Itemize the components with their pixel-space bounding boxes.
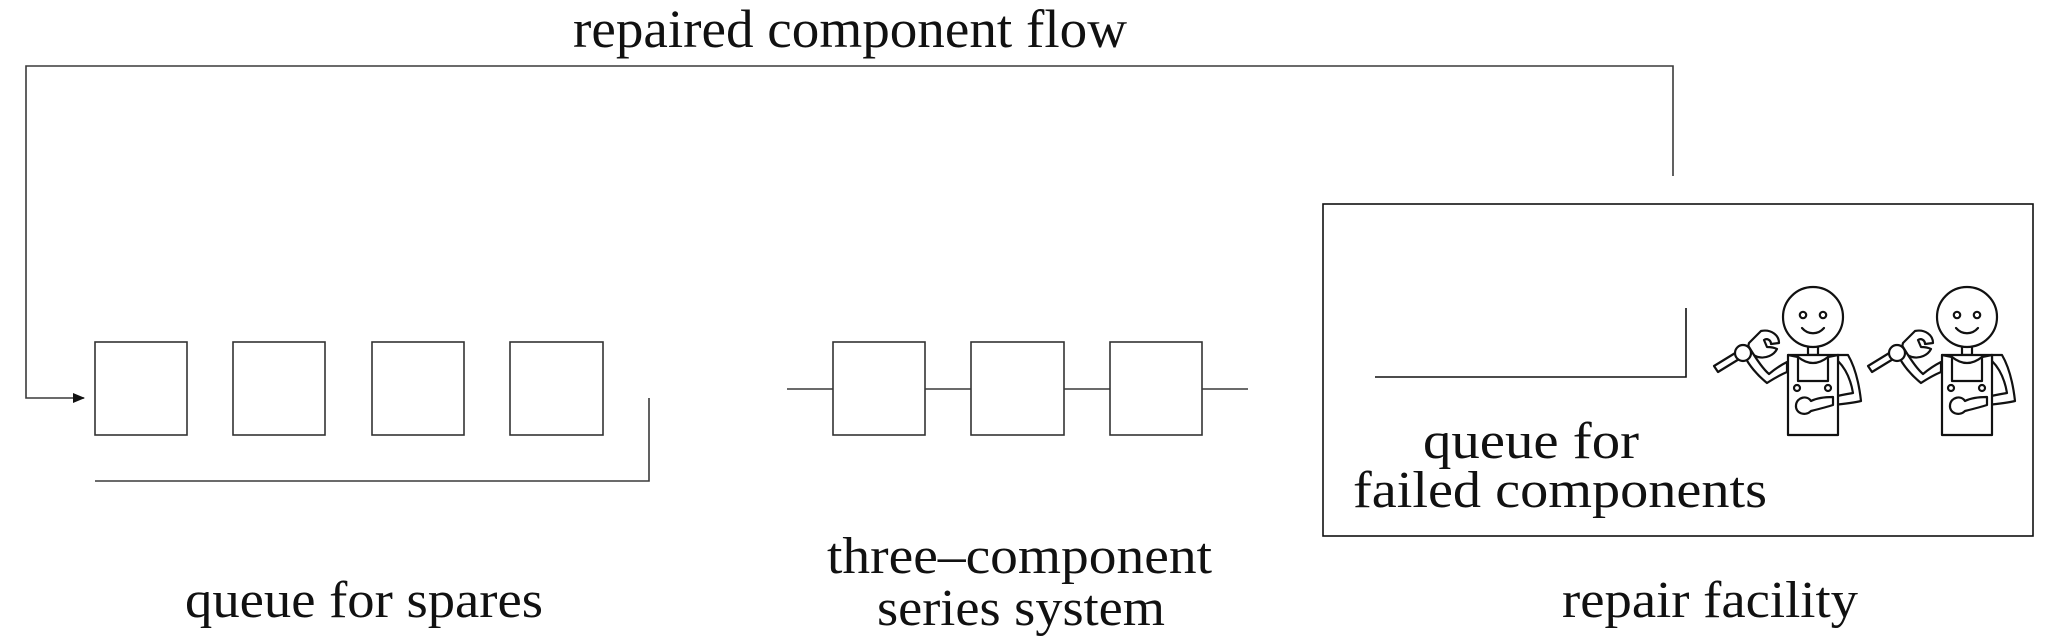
spare-component-1 xyxy=(94,341,188,436)
spares-queue xyxy=(94,341,650,482)
series-component-1 xyxy=(832,341,926,436)
series-system xyxy=(787,341,1248,436)
spares-queue-label: queue for spares xyxy=(185,572,543,629)
series-system-label-line2: series system xyxy=(877,580,1165,637)
failed-queue-label-line2: failed components xyxy=(1353,462,1767,519)
repair-facility-label: repair facility xyxy=(1562,572,1858,629)
repair-facility: queue for failed components xyxy=(1322,203,2034,537)
repaired-flow-label: repaired component flow xyxy=(573,0,1127,59)
spare-component-3 xyxy=(371,341,465,436)
series-system-label-line1: three–component xyxy=(827,528,1213,585)
repair-system-diagram: repaired component flow queue for spares… xyxy=(25,0,2034,637)
series-component-2 xyxy=(970,341,1065,436)
spare-component-2 xyxy=(232,341,326,436)
spare-component-4 xyxy=(509,341,604,436)
series-component-3 xyxy=(1109,341,1203,436)
